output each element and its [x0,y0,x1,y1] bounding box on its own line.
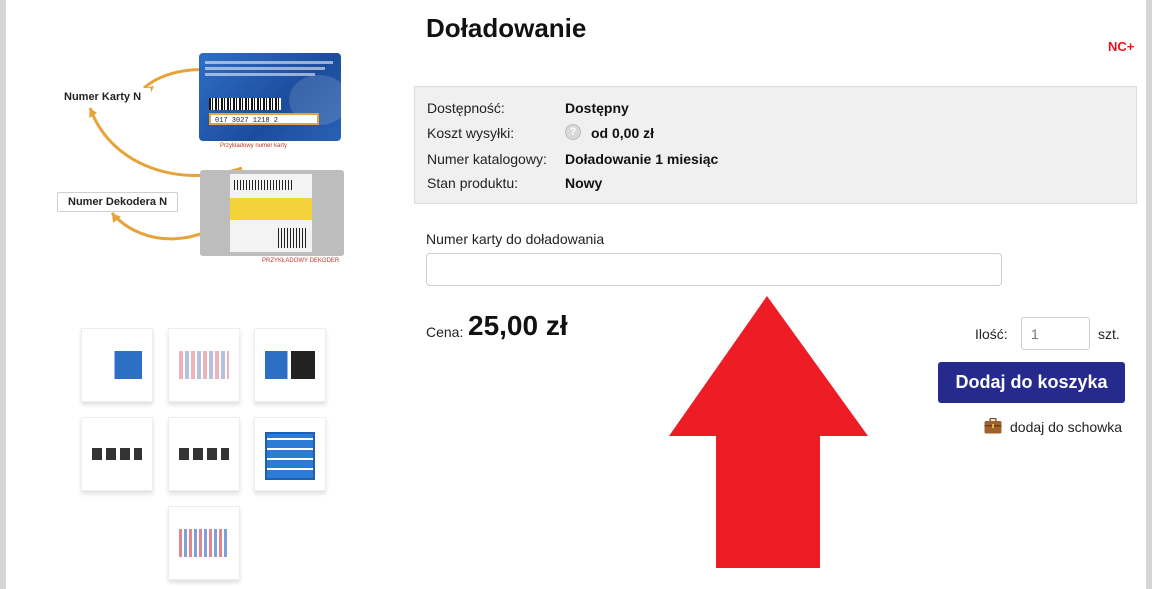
brand-tag: NC+ [1108,39,1135,54]
left-border [0,0,6,589]
add-to-clipboard-label: dodaj do schowka [1010,419,1123,435]
card-number-input[interactable] [426,253,1002,286]
thumbnail-image [265,351,315,379]
card-caption: Przykładowy numer karty [220,143,288,149]
thumbnail-1[interactable] [81,328,153,402]
red-arrow-annotation [669,296,868,568]
detail-label: Numer katalogowy: [427,151,547,167]
thumbnail-image [179,529,229,557]
thumbnail-4[interactable] [81,417,153,491]
quantity-input[interactable] [1021,317,1090,350]
product-details-box: Dostępność: Dostępny Koszt wysyłki: ? od… [414,86,1137,204]
quantity-label: Ilość: [975,326,1008,342]
thumbnail-5[interactable] [168,417,240,491]
detail-label: Stan produktu: [427,175,519,191]
card-number-callout: Numer Karty N [54,88,152,106]
quantity-unit: szt. [1098,326,1120,342]
product-title: Doładowanie [426,13,587,43]
thumbnail-2[interactable] [168,328,240,402]
detail-label: Dostępność: [427,100,505,116]
thumbnail-image [179,448,229,460]
thumbnail-image [92,351,142,379]
help-icon[interactable]: ? [565,124,581,140]
thumbnail-image [179,351,229,379]
decoder-image [200,170,344,256]
thumbnail-image [265,432,315,480]
smart-card-image: 017 3027 1218 2 [199,53,341,141]
thumbnail-7[interactable] [168,506,240,580]
briefcase-icon [984,418,1002,434]
thumbnail-6[interactable] [254,417,326,491]
detail-value: Doładowanie 1 miesiąc [565,151,719,167]
add-to-cart-button[interactable]: Dodaj do koszyka [938,362,1125,403]
decoder-number-callout: Numer Dekodera N [57,192,179,212]
price-label: Cena: [426,324,464,340]
decoder-caption: PRZYKŁADOWY DEKODER [262,258,340,264]
detail-value: Nowy [565,175,603,191]
thumbnail-image [92,448,142,460]
detail-value: Dostępny [565,100,629,116]
right-border [1146,0,1152,589]
thumbnail-3[interactable] [254,328,326,402]
main-product-image[interactable]: 017 3027 1218 2 Przykładowy numer karty … [52,48,352,270]
detail-value: od 0,00 zł [591,125,655,141]
card-number-label: Numer karty do doładowania [426,231,605,247]
price-value: 25,00 zł [468,310,568,341]
detail-label: Koszt wysyłki: [427,125,515,141]
card-number-text: 017 3027 1218 2 [209,113,319,125]
